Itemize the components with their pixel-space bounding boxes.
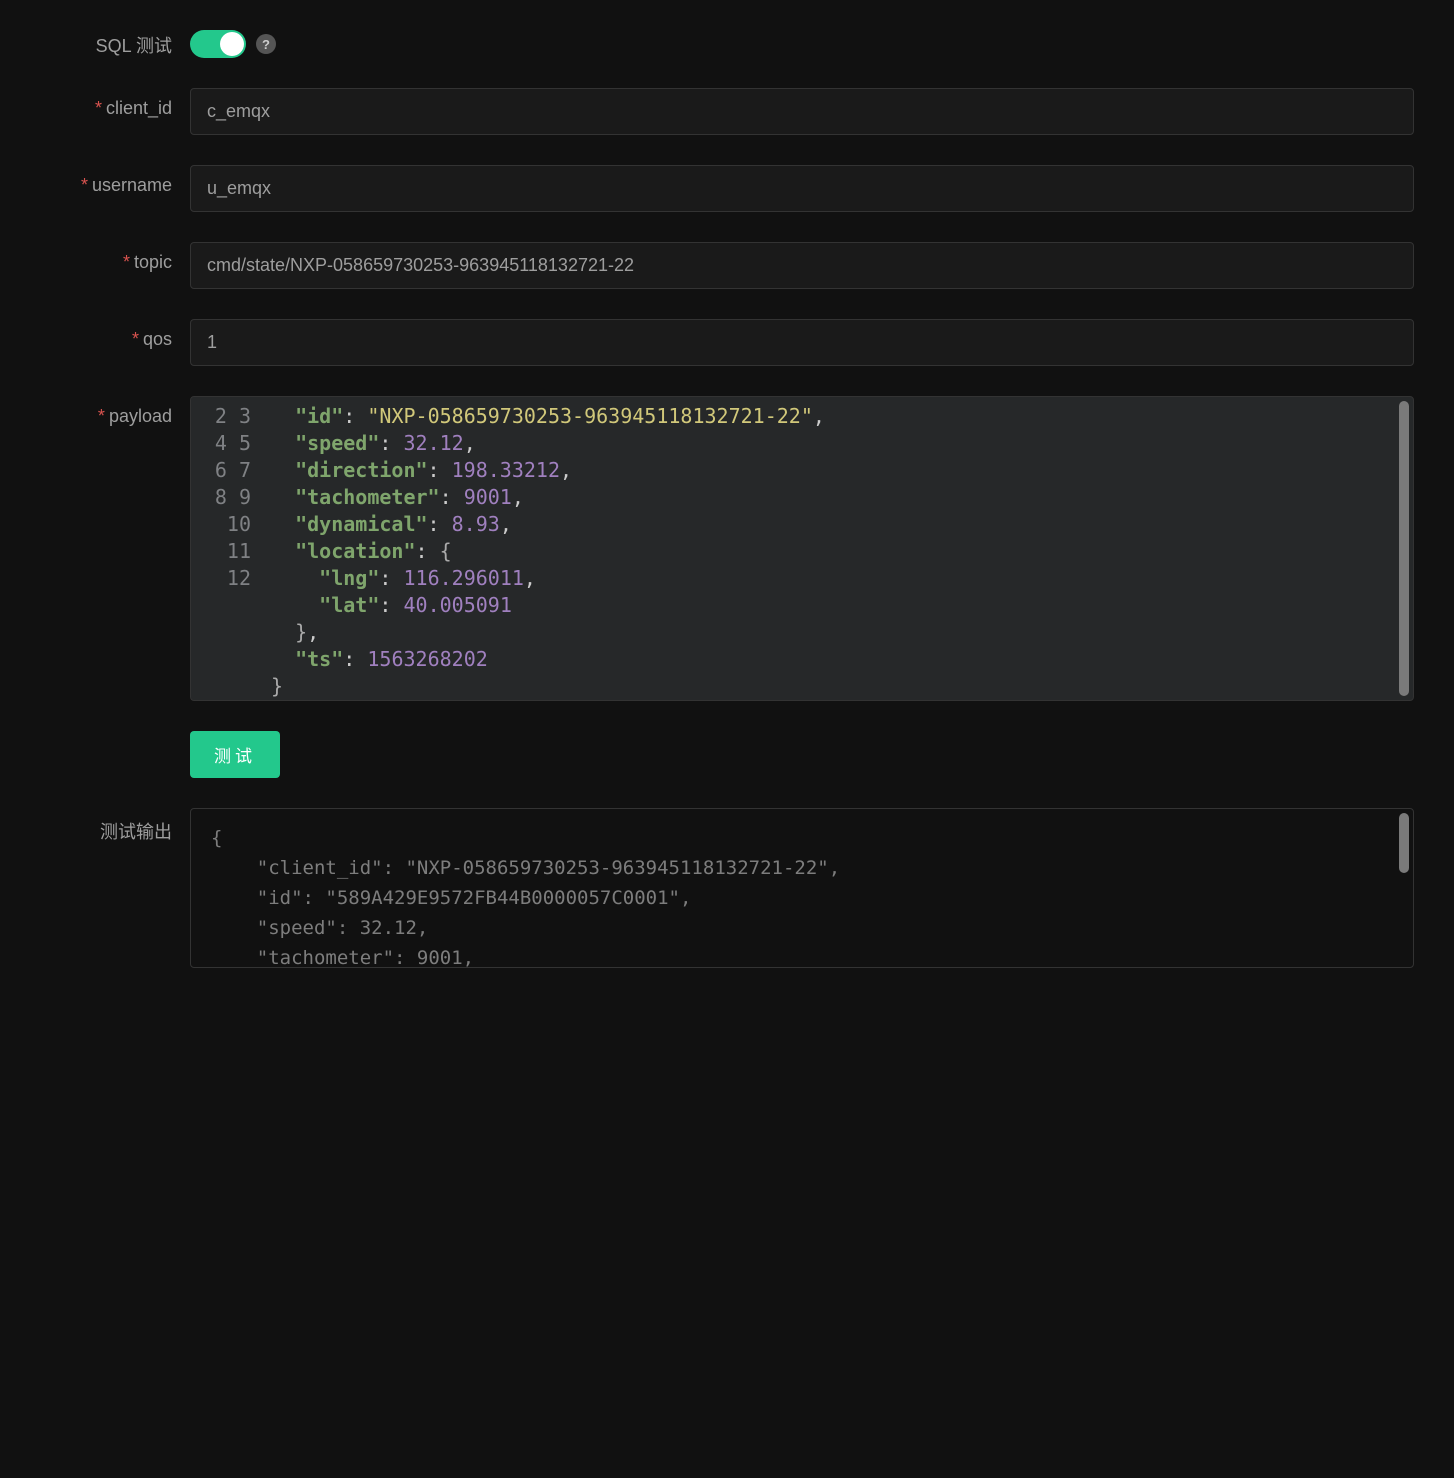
username-input[interactable] [190,165,1414,212]
topic-label: *topic [40,242,190,273]
sql-test-toggle[interactable] [190,30,246,58]
qos-input[interactable] [190,319,1414,366]
test-output-box[interactable]: { "client_id": "NXP-058659730253-9639451… [190,808,1414,968]
sql-test-label: SQL 测试 [40,30,190,58]
help-icon[interactable]: ? [256,34,276,54]
payload-editor[interactable]: 2 3 4 5 6 7 8 9 10 11 12 "id": "NXP-0586… [190,396,1414,701]
editor-gutter: 2 3 4 5 6 7 8 9 10 11 12 [191,397,261,700]
username-label: *username [40,165,190,196]
client-id-label: *client_id [40,88,190,119]
output-text: { "client_id": "NXP-058659730253-9639451… [211,827,840,968]
test-button[interactable]: 测试 [190,731,280,778]
topic-input[interactable] [190,242,1414,289]
output-scrollbar[interactable] [1399,813,1409,873]
test-output-label: 测试输出 [40,808,190,844]
qos-label: *qos [40,319,190,350]
payload-label: *payload [40,396,190,427]
toggle-knob [220,32,244,56]
editor-code[interactable]: "id": "NXP-058659730253-963945118132721-… [261,397,1413,700]
editor-scrollbar[interactable] [1399,401,1409,696]
client-id-input[interactable] [190,88,1414,135]
